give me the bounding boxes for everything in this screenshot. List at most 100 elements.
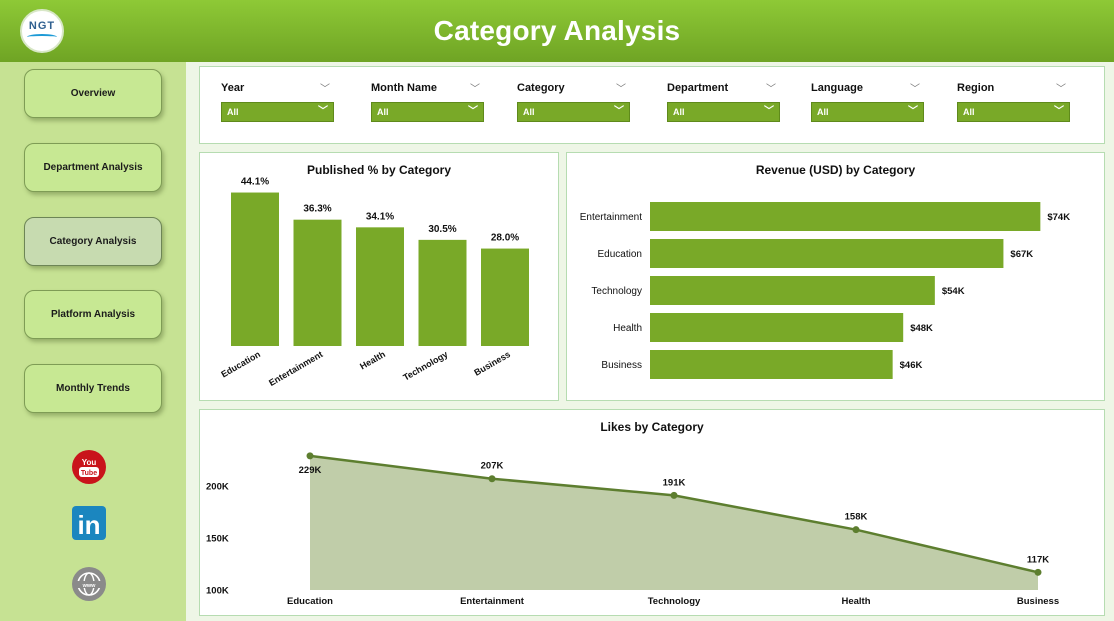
- bar-entertainment: [293, 219, 342, 346]
- filter-region-select[interactable]: All ﹀: [957, 102, 1070, 122]
- chevron-down-icon: ﹀: [908, 106, 918, 117]
- nav-category-analysis-button[interactable]: Category Analysis: [24, 217, 162, 266]
- y-tick-entertainment: Entertainment: [580, 212, 642, 223]
- data-label-education: $67K: [1010, 249, 1033, 260]
- filter-month-value: All: [377, 107, 389, 117]
- revenue-chart-panel: Revenue (USD) by Category Entertainment $…: [566, 152, 1105, 401]
- bar-technology: [418, 239, 467, 346]
- data-label-health: 34.1%: [366, 211, 394, 222]
- bar-health: [650, 313, 904, 342]
- published-chart-panel: Published % by Category 44.1% Education 36…: [199, 152, 559, 401]
- likes-area: [310, 455, 1038, 590]
- x-tick-entertainment: Entertainment: [460, 596, 525, 607]
- y-tick-150k: 150K: [206, 534, 229, 545]
- data-label-entertainment: 207K: [481, 461, 504, 472]
- y-tick-100k: 100K: [206, 586, 229, 597]
- youtube-icon-text-you: You: [82, 458, 97, 467]
- y-tick-200k: 200K: [206, 482, 229, 493]
- chevron-down-icon[interactable]: ﹀: [320, 80, 330, 95]
- filter-year-value: All: [227, 107, 239, 117]
- data-label-education: 229K: [299, 465, 322, 476]
- svg-text:www: www: [82, 583, 97, 589]
- filter-department-select[interactable]: All ﹀: [667, 102, 780, 122]
- x-tick-health: Health: [841, 596, 870, 607]
- nav-department-analysis-button[interactable]: Department Analysis: [24, 143, 162, 192]
- bar-education: [650, 239, 1004, 268]
- filter-language-label: Language: [811, 82, 863, 94]
- data-label-technology: $54K: [942, 286, 965, 297]
- x-tick-education: Education: [287, 596, 333, 607]
- y-tick-health: Health: [613, 323, 642, 334]
- nav-monthly-trends-button[interactable]: Monthly Trends: [24, 364, 162, 413]
- y-tick-education: Education: [598, 249, 642, 260]
- filter-department-value: All: [673, 107, 685, 117]
- data-label-business: 28.0%: [491, 233, 519, 244]
- x-tick-business: Business: [472, 349, 512, 378]
- x-tick-technology: Technology: [648, 596, 701, 607]
- bar-education: [231, 192, 279, 346]
- x-tick-health: Health: [358, 349, 387, 371]
- company-logo: NGT: [20, 9, 64, 53]
- data-label-business: $46K: [900, 360, 923, 371]
- bar-entertainment: [650, 202, 1041, 231]
- filter-year-select[interactable]: All ﹀: [221, 102, 334, 122]
- filter-category-value: All: [523, 107, 535, 117]
- data-label-health: 158K: [845, 512, 868, 523]
- point-technology: [670, 491, 678, 499]
- filter-panel: Year ﹀ All ﹀ Month Name ﹀ All ﹀ Category ﹀…: [199, 66, 1105, 144]
- youtube-icon-text-tube: Tube: [81, 470, 97, 477]
- y-tick-business: Business: [601, 360, 642, 371]
- linkedin-icon-text: in: [77, 510, 100, 540]
- chevron-down-icon: ﹀: [764, 106, 774, 117]
- x-tick-entertainment: Entertainment: [267, 349, 324, 388]
- chevron-down-icon[interactable]: ﹀: [470, 80, 480, 95]
- point-education: [306, 452, 314, 460]
- website-globe-icon[interactable]: www: [71, 566, 107, 602]
- point-health: [852, 526, 860, 534]
- page-title: Category Analysis: [433, 15, 681, 46]
- chevron-down-icon: ﹀: [614, 106, 624, 117]
- nav-overview-button[interactable]: Overview: [24, 69, 162, 118]
- filter-month-select[interactable]: All ﹀: [371, 102, 484, 122]
- chevron-down-icon[interactable]: ﹀: [766, 80, 776, 95]
- filter-category-select[interactable]: All ﹀: [517, 102, 630, 122]
- bar-business: [481, 248, 529, 346]
- point-entertainment: [488, 475, 496, 483]
- likes-chart: 100K 150K 200K 229K Education 207K Entertainme…: [206, 452, 1059, 607]
- published-chart: 44.1% Education 36.3% Entertainment 34.1% Hea…: [219, 177, 529, 388]
- y-tick-technology: Technology: [591, 286, 642, 297]
- filter-language-value: All: [817, 107, 829, 117]
- revenue-chart: Entertainment $74K Education $67K Technology…: [580, 202, 1070, 379]
- data-label-technology: 191K: [663, 477, 686, 488]
- filter-category-label: Category: [517, 82, 565, 94]
- logo-text: NGT: [28, 20, 56, 32]
- chevron-down-icon[interactable]: ﹀: [1056, 80, 1066, 95]
- logo-swoosh-icon: [27, 34, 57, 40]
- data-label-health: $48K: [910, 323, 933, 334]
- chevron-down-icon: ﹀: [318, 106, 328, 117]
- chevron-down-icon[interactable]: ﹀: [910, 80, 920, 95]
- nav-platform-analysis-button[interactable]: Platform Analysis: [24, 290, 162, 339]
- filter-year-label: Year: [221, 82, 245, 94]
- chevron-down-icon: ﹀: [468, 106, 478, 117]
- chevron-down-icon: ﹀: [1054, 106, 1064, 117]
- bar-health: [356, 227, 404, 346]
- filter-department-label: Department: [667, 82, 729, 94]
- filter-region-value: All: [963, 107, 975, 117]
- data-label-entertainment: 36.3%: [303, 204, 331, 215]
- bar-business: [650, 350, 893, 379]
- data-label-entertainment: $74K: [1047, 212, 1070, 223]
- filter-month-label: Month Name: [371, 82, 437, 94]
- filter-language-select[interactable]: All ﹀: [811, 102, 924, 122]
- point-business: [1034, 568, 1042, 576]
- youtube-icon[interactable]: You Tube: [71, 449, 107, 485]
- data-label-business: 117K: [1027, 554, 1049, 565]
- x-tick-business: Business: [1017, 596, 1059, 607]
- linkedin-icon[interactable]: in: [71, 505, 107, 541]
- x-tick-education: Education: [219, 349, 262, 379]
- x-tick-technology: Technology: [401, 349, 449, 383]
- data-label-technology: 30.5%: [428, 224, 456, 235]
- likes-chart-panel: Likes by Category 100K 150K 200K 229K Educat…: [199, 409, 1105, 616]
- chevron-down-icon[interactable]: ﹀: [616, 80, 626, 95]
- filter-region-label: Region: [957, 82, 995, 94]
